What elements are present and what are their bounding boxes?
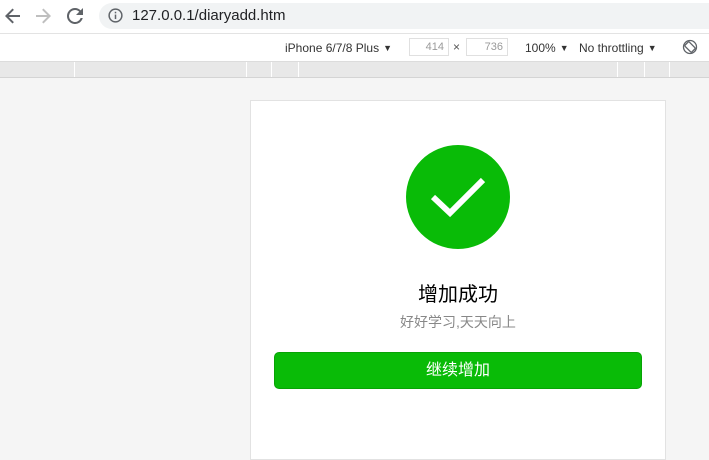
width-field[interactable]: 414 bbox=[409, 38, 449, 56]
caret-down-icon: ▼ bbox=[647, 42, 657, 53]
address-bar[interactable]: 127.0.0.1/diaryadd.htm bbox=[99, 3, 709, 29]
success-checkmark-icon bbox=[406, 145, 510, 249]
media-query-ruler bbox=[0, 62, 709, 78]
rotate-icon[interactable] bbox=[682, 39, 698, 55]
mobile-page: 增加成功 好好学习,天天向上 继续增加 bbox=[250, 100, 666, 460]
back-icon[interactable] bbox=[3, 6, 23, 26]
throttling-select[interactable]: No throttling ▼ bbox=[579, 34, 657, 61]
throttling-label: No throttling bbox=[579, 40, 644, 55]
ruler-tick bbox=[74, 62, 75, 77]
caret-down-icon: ▼ bbox=[383, 42, 392, 53]
caret-down-icon: ▼ bbox=[559, 42, 569, 53]
ruler-tick bbox=[644, 62, 645, 77]
ruler-tick bbox=[271, 62, 272, 77]
zoom-label: 100% bbox=[525, 40, 556, 55]
device-label: iPhone 6/7/8 Plus bbox=[285, 40, 380, 55]
device-select[interactable]: iPhone 6/7/8 Plus ▼ bbox=[285, 34, 392, 61]
continue-add-button[interactable]: 继续增加 bbox=[274, 352, 642, 389]
ruler-tick bbox=[246, 62, 247, 77]
reload-icon[interactable] bbox=[65, 6, 85, 26]
forward-icon[interactable] bbox=[33, 6, 53, 26]
success-description: 好好学习,天天向上 bbox=[400, 314, 516, 330]
success-title: 增加成功 bbox=[418, 284, 498, 306]
browser-toolbar: 127.0.0.1/diaryadd.htm bbox=[0, 0, 709, 34]
url-text[interactable]: 127.0.0.1/diaryadd.htm bbox=[132, 7, 285, 24]
device-viewport-area: 增加成功 好好学习,天天向上 继续增加 bbox=[0, 78, 709, 460]
dimension-separator: × bbox=[453, 40, 461, 54]
zoom-select[interactable]: 100% ▼ bbox=[525, 34, 569, 61]
device-toolbar: iPhone 6/7/8 Plus ▼ 414 × 736 100% ▼ No … bbox=[0, 34, 709, 62]
ruler-tick bbox=[617, 62, 618, 77]
height-field[interactable]: 736 bbox=[466, 38, 508, 56]
ruler-tick bbox=[669, 62, 670, 77]
ruler-tick bbox=[298, 62, 299, 77]
info-icon[interactable] bbox=[108, 8, 123, 23]
